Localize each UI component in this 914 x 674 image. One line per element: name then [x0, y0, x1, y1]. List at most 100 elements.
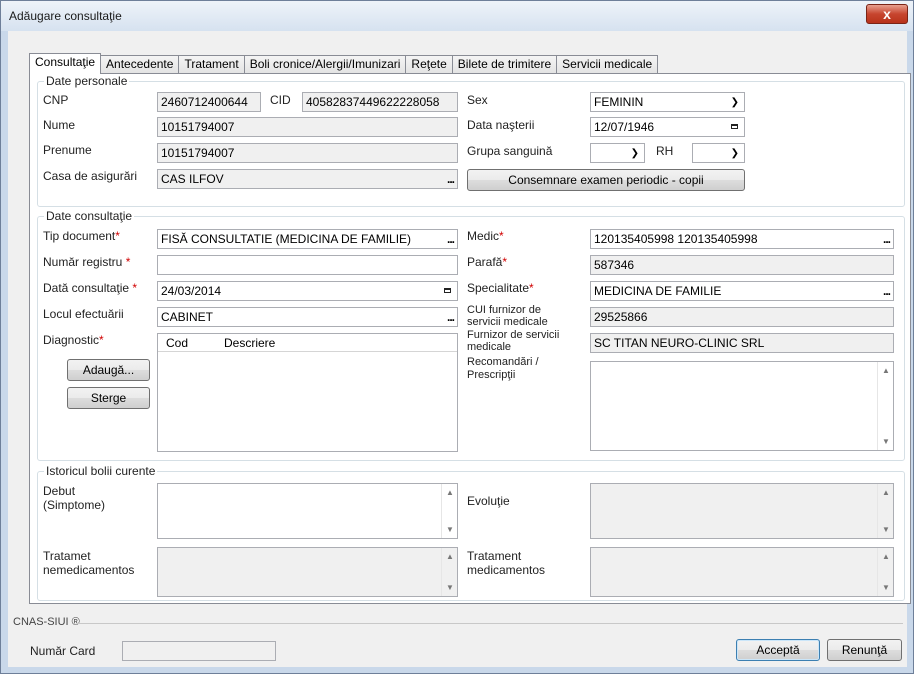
scrollbar[interactable]: ▲ ▼ [441, 484, 457, 538]
specialitate-field[interactable]: MEDICINA DE FAMILIE ... [590, 281, 894, 301]
tab-boli-cronice[interactable]: Boli cronice/Alergii/Imunizari [244, 55, 407, 74]
calendar-icon[interactable] [444, 288, 451, 293]
dialog-window: Adăugare consultaţie x Consultaţie Antec… [0, 0, 914, 674]
scroll-down-icon[interactable]: ▼ [882, 583, 890, 592]
specialitate-value: MEDICINA DE FAMILIE [594, 284, 722, 298]
evolutie-label: Evoluţie [467, 494, 510, 508]
prenume-field[interactable]: 10151794007 [157, 143, 458, 163]
furnizor-servicii-label: Furnizor de servicii medicale [467, 329, 560, 353]
adauga-diagnostic-button[interactable]: Adaugă... [67, 359, 150, 381]
data-nasterii-field[interactable]: 12/07/1946 [590, 117, 745, 137]
sex-label: Sex [467, 93, 488, 107]
cid-label: CID [270, 93, 291, 107]
nume-field[interactable]: 10151794007 [157, 117, 458, 137]
tratament-medicamentos-textarea[interactable]: ▲ ▼ [590, 547, 894, 597]
scrollbar[interactable]: ▲ ▼ [877, 484, 893, 538]
scroll-down-icon[interactable]: ▼ [446, 525, 454, 534]
locul-efectuarii-label: Locul efectuării [43, 307, 124, 321]
numar-registru-field[interactable] [157, 255, 458, 275]
group-legend: Date personale [44, 74, 130, 88]
data-nasterii-value: 12/07/1946 [594, 120, 655, 134]
consemnare-examen-button[interactable]: Consemnare examen periodic - copii [467, 169, 745, 191]
evolutie-textarea[interactable]: ▲ ▼ [590, 483, 894, 539]
chevron-down-icon: ❯ [630, 148, 639, 159]
calendar-icon[interactable] [731, 124, 738, 129]
tab-retete[interactable]: Reţete [406, 55, 453, 74]
tip-document-label: Tip document* [43, 229, 120, 243]
col-header-cod[interactable]: Cod [166, 336, 188, 350]
scroll-up-icon[interactable]: ▲ [882, 488, 890, 497]
tab-page-consultatie: Date personale CNP 2460712400644 CID 405… [29, 73, 911, 604]
group-legend: Date consultaţie [44, 209, 135, 223]
footer-divider [78, 623, 903, 624]
ellipsis-icon[interactable]: ... [447, 170, 455, 188]
tab-bilete-trimitere[interactable]: Bilete de trimitere [452, 55, 558, 74]
cui-furnizor-field[interactable]: 29525866 [590, 307, 894, 327]
tratament-nemedicamentos-label: Tratamet nemedicamentos [43, 549, 135, 577]
cnp-label: CNP [43, 93, 69, 107]
renunta-button[interactable]: Renunţă [827, 639, 902, 661]
tip-document-field[interactable]: FISĂ CONSULTATIE (MEDICINA DE FAMILIE) .… [157, 229, 458, 249]
close-button[interactable]: x [866, 4, 908, 24]
casa-asigurari-field[interactable]: CAS ILFOV ... [157, 169, 458, 189]
ellipsis-icon[interactable]: ... [883, 230, 891, 248]
grid-header: Cod Descriere [158, 334, 457, 352]
cid-field[interactable]: 40582837449622228058 [302, 92, 458, 112]
diagnostic-grid[interactable]: Cod Descriere [157, 333, 458, 452]
locul-efectuarii-field[interactable]: CABINET ... [157, 307, 458, 327]
tratament-nemedicamentos-textarea[interactable]: ▲ ▼ [157, 547, 458, 597]
numar-card-field[interactable] [122, 641, 276, 661]
col-header-descriere[interactable]: Descriere [224, 336, 275, 350]
sex-select[interactable]: FEMININ ❯ [590, 92, 745, 112]
grupa-sanguina-label: Grupa sanguină [467, 144, 553, 158]
scroll-up-icon[interactable]: ▲ [882, 552, 890, 561]
nume-label: Nume [43, 118, 76, 132]
rh-select[interactable]: ❯ [692, 143, 745, 163]
data-consultatie-label: Dată consultaţie * [43, 281, 138, 295]
tab-tratament[interactable]: Tratament [179, 55, 245, 74]
scroll-up-icon[interactable]: ▲ [882, 366, 890, 375]
accepta-button[interactable]: Acceptă [736, 639, 820, 661]
tab-consultatie[interactable]: Consultaţie [29, 53, 102, 74]
prenume-label: Prenume [43, 143, 92, 157]
sterge-diagnostic-button[interactable]: Sterge [67, 387, 150, 409]
scroll-down-icon[interactable]: ▼ [882, 525, 890, 534]
sex-value: FEMININ [594, 95, 644, 109]
numar-card-label: Număr Card [30, 644, 96, 658]
scroll-up-icon[interactable]: ▲ [446, 488, 454, 497]
scroll-up-icon[interactable]: ▲ [446, 552, 454, 561]
cnas-siui-label: CNAS-SIUI ® [13, 616, 80, 628]
cui-furnizor-label: CUI furnizor de servicii medicale [467, 304, 548, 328]
medic-field[interactable]: 120135405998 120135405998 ... [590, 229, 894, 249]
ellipsis-icon[interactable]: ... [447, 230, 455, 248]
casa-asigurari-value: CAS ILFOV [161, 172, 224, 186]
tab-antecedente[interactable]: Antecedente [101, 55, 180, 74]
ellipsis-icon[interactable]: ... [447, 308, 455, 326]
cnp-field[interactable]: 2460712400644 [157, 92, 261, 112]
data-consultatie-value: 24/03/2014 [161, 284, 222, 298]
scrollbar[interactable]: ▲ ▼ [877, 548, 893, 596]
scroll-down-icon[interactable]: ▼ [882, 437, 890, 446]
parafa-field[interactable]: 587346 [590, 255, 894, 275]
scrollbar[interactable]: ▲ ▼ [877, 362, 893, 450]
group-legend: Istoricul bolii curente [44, 464, 158, 478]
ellipsis-icon[interactable]: ... [883, 282, 891, 300]
furnizor-servicii-field[interactable]: SC TITAN NEURO-CLINIC SRL [590, 333, 894, 353]
recomandari-label: Recomandări / Prescripţii [467, 356, 539, 381]
scroll-down-icon[interactable]: ▼ [446, 583, 454, 592]
rh-label: RH [656, 144, 674, 158]
recomandari-textarea[interactable]: ▲ ▼ [590, 361, 894, 451]
grupa-sanguina-select[interactable]: ❯ [590, 143, 645, 163]
data-consultatie-field[interactable]: 24/03/2014 [157, 281, 458, 301]
medic-value: 120135405998 120135405998 [594, 232, 758, 246]
medic-label: Medic* [467, 229, 504, 243]
data-nasterii-label: Data naşterii [467, 118, 535, 132]
title-bar: Adăugare consultaţie x [1, 1, 913, 31]
tab-servicii-medicale[interactable]: Servicii medicale [557, 55, 659, 74]
diagnostic-label: Diagnostic* [43, 333, 104, 347]
scrollbar[interactable]: ▲ ▼ [441, 548, 457, 596]
tab-strip: Consultaţie Antecedente Tratament Boli c… [29, 53, 659, 74]
debut-textarea[interactable]: ▲ ▼ [157, 483, 458, 539]
parafa-label: Parafă* [467, 255, 508, 269]
debut-label: Debut (Simptome) [43, 484, 106, 512]
